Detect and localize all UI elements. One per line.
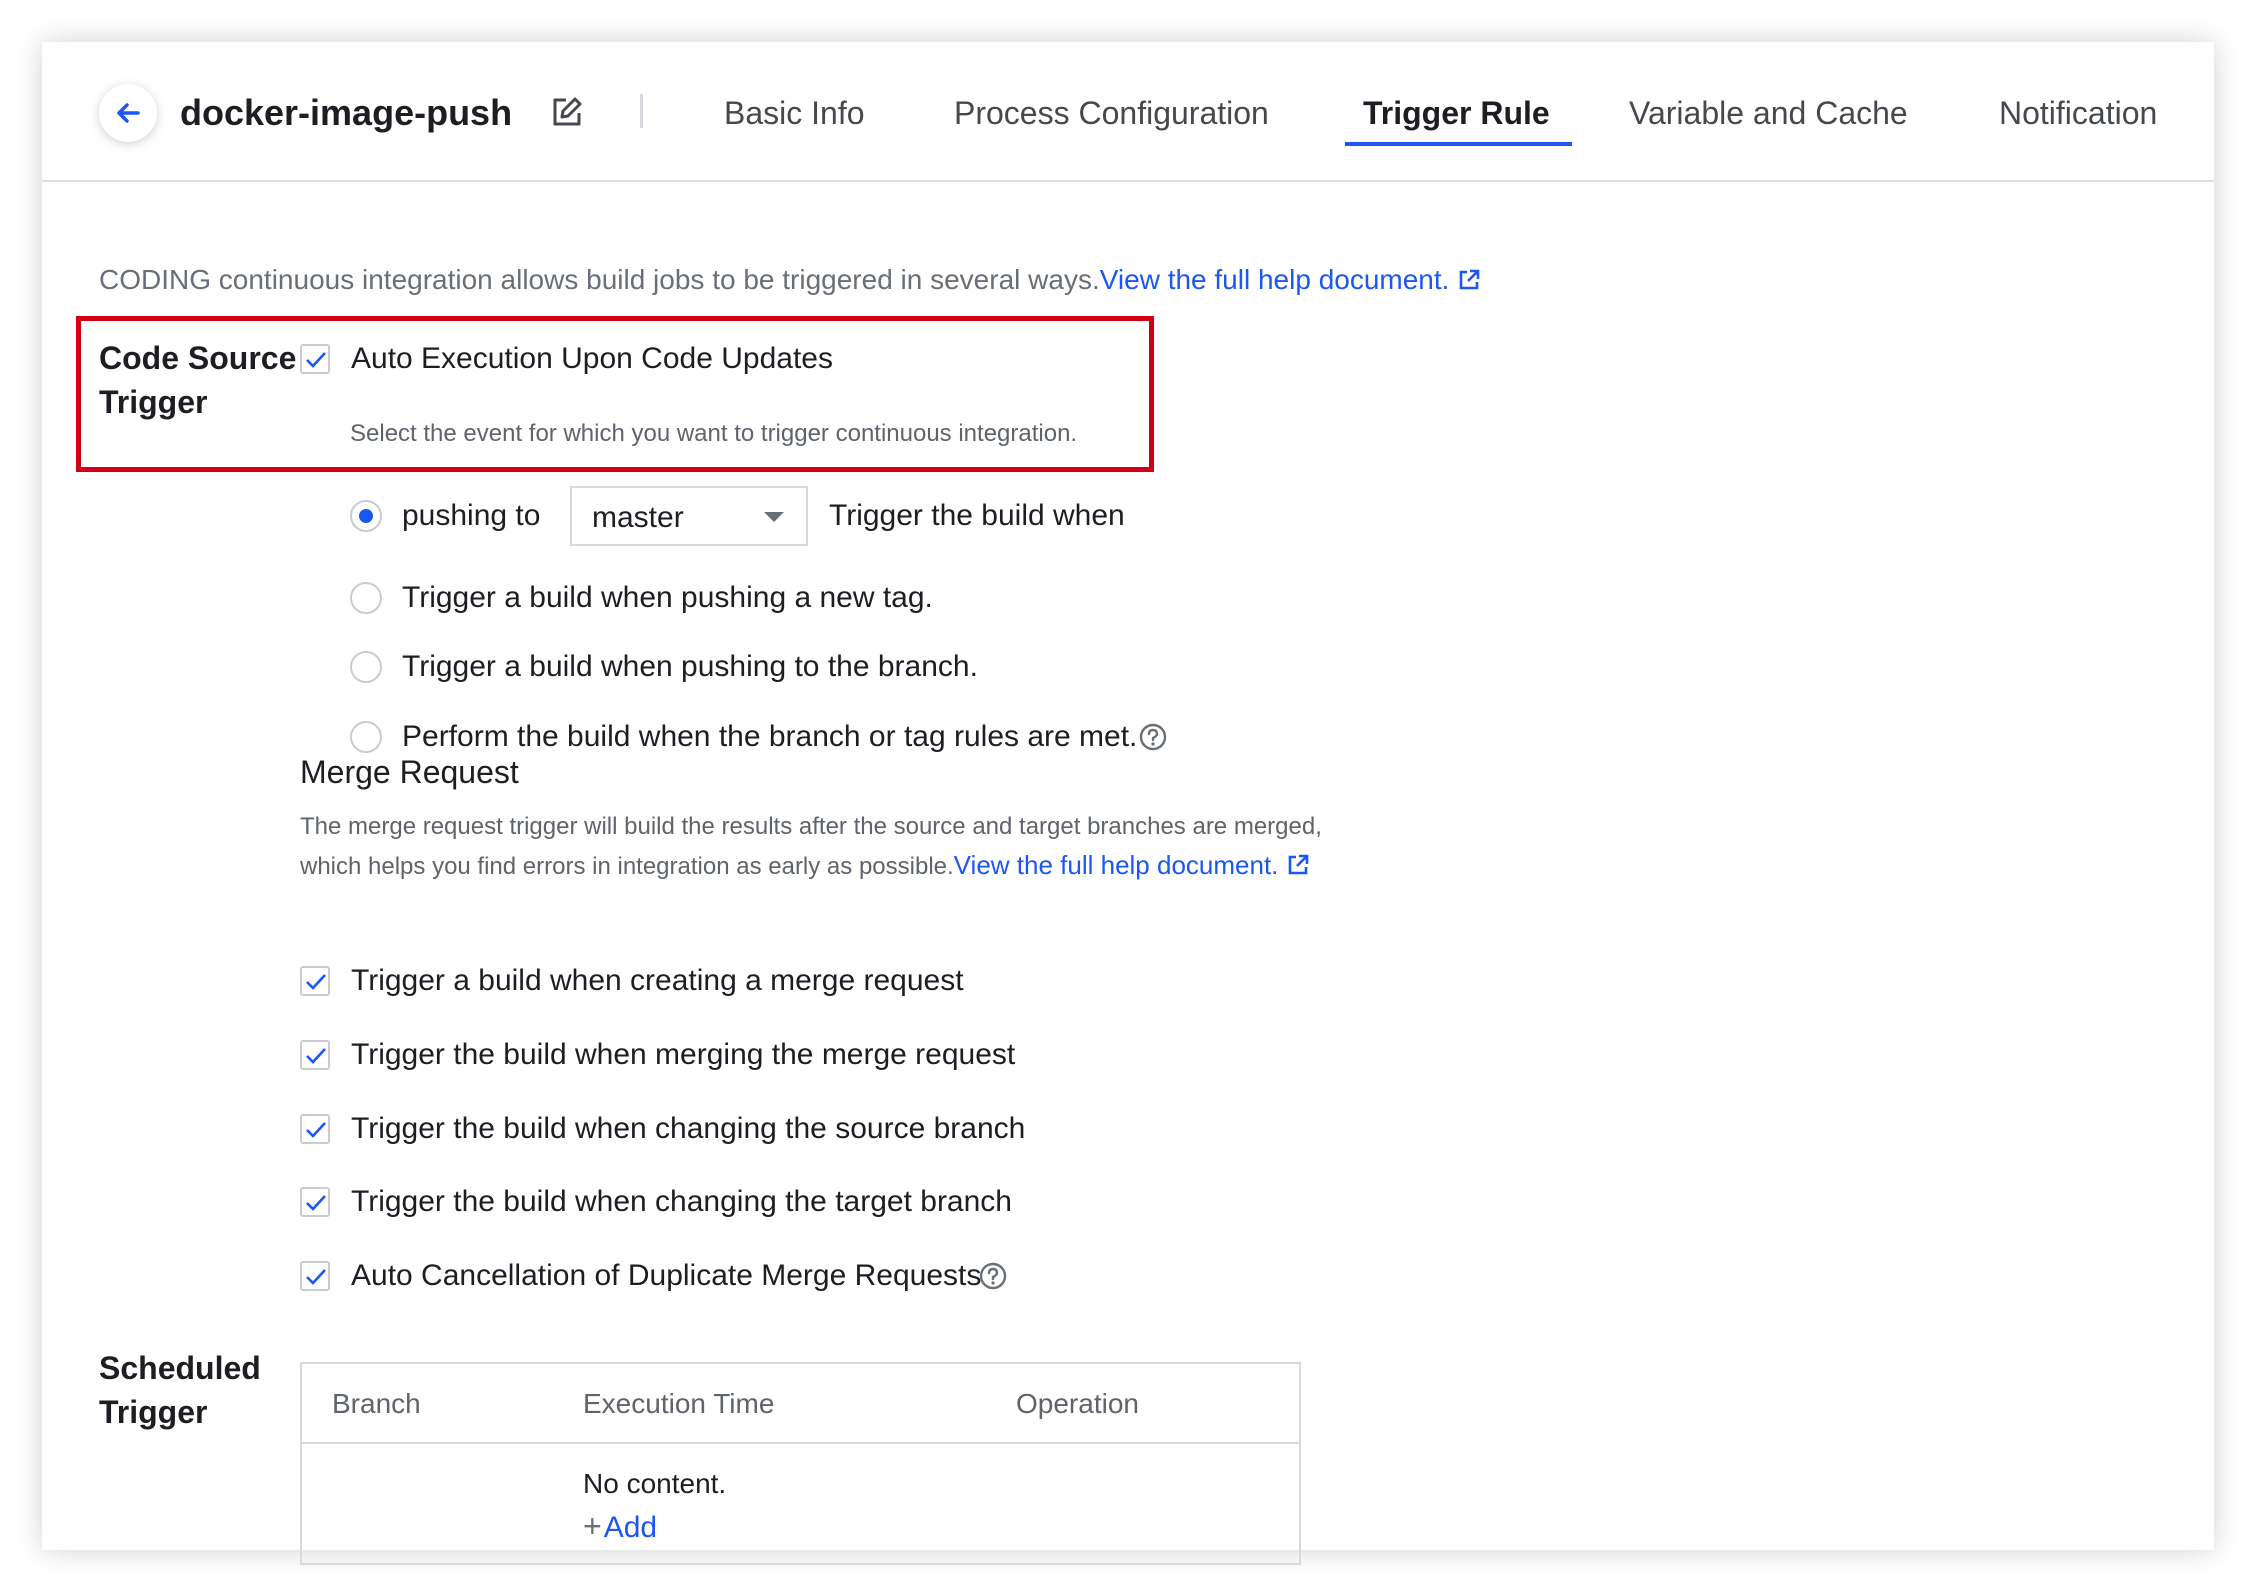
column-execution-time: Execution Time	[583, 1388, 775, 1419]
merge-request-help-link[interactable]: View the full help document.	[954, 850, 1279, 880]
mr-auto-cancel-label: Auto Cancellation of Duplicate Merge Req…	[351, 1259, 982, 1292]
tab-notification[interactable]: Notification	[1999, 86, 2157, 140]
merge-request-title: Merge Request	[300, 754, 519, 790]
mr-merge-checkbox[interactable]	[300, 1040, 330, 1070]
table-header: Branch Execution Time Operation	[302, 1364, 1299, 1444]
plus-icon: +	[583, 1508, 602, 1544]
tab-trigger-rule[interactable]: Trigger Rule	[1363, 86, 1550, 140]
back-button[interactable]	[99, 84, 157, 142]
help-circle-icon[interactable]	[1139, 723, 1167, 751]
checkmark-icon	[306, 974, 326, 990]
add-schedule-button[interactable]: +Add	[583, 1506, 657, 1548]
mr-target-branch-label: Trigger the build when changing the targ…	[351, 1185, 1012, 1218]
event-hint: Select the event for which you want to t…	[350, 420, 1078, 447]
radio-pushing-to[interactable]	[350, 500, 382, 532]
external-link-icon[interactable]	[1457, 268, 1481, 292]
code-source-label-line2: Trigger	[99, 384, 208, 420]
arrow-left-icon	[117, 103, 140, 123]
mr-source-branch-label: Trigger the build when changing the sour…	[351, 1112, 1026, 1145]
intro-text: CODING continuous integration allows bui…	[99, 264, 1481, 296]
code-source-trigger-label: Code Source Trigger	[99, 336, 296, 424]
mr-create-label: Trigger a build when creating a merge re…	[351, 964, 964, 997]
trigger-rule-content: CODING continuous integration allows bui…	[42, 184, 2214, 1565]
mr-source-branch-checkbox[interactable]	[300, 1114, 330, 1144]
intro-description: CODING continuous integration allows bui…	[99, 264, 1100, 295]
mr-merge-label: Trigger the build when merging the merge…	[351, 1038, 1016, 1071]
branch-select[interactable]: master	[570, 486, 808, 546]
caret-down-icon	[764, 512, 784, 522]
edit-icon[interactable]	[550, 95, 584, 129]
checkmark-icon	[306, 352, 326, 368]
auto-exec-checkbox[interactable]	[300, 344, 330, 374]
page-header: docker-image-push Basic Info Process Con…	[42, 42, 2214, 182]
checkmark-icon	[306, 1048, 326, 1064]
merge-request-desc-line1: The merge request trigger will build the…	[300, 813, 1322, 840]
help-circle-icon[interactable]	[979, 1262, 1007, 1290]
branch-select-value: master	[592, 501, 684, 534]
tab-basic-info[interactable]: Basic Info	[724, 86, 865, 140]
mr-auto-cancel-checkbox[interactable]	[300, 1261, 330, 1291]
active-tab-indicator	[1345, 142, 1572, 146]
app-window: docker-image-push Basic Info Process Con…	[42, 42, 2214, 1565]
job-title: docker-image-push	[180, 92, 513, 133]
radio-branch-tag-rules[interactable]	[350, 721, 382, 753]
empty-state-text: No content.	[583, 1468, 727, 1499]
external-link-icon[interactable]	[1286, 853, 1310, 877]
scheduled-label-line1: Scheduled	[99, 1350, 261, 1386]
column-branch: Branch	[332, 1388, 421, 1419]
merge-request-description: The merge request trigger will build the…	[300, 808, 1450, 886]
tab-process-configuration[interactable]: Process Configuration	[954, 86, 1269, 140]
auto-exec-label: Auto Execution Upon Code Updates	[351, 342, 833, 375]
tab-variable-and-cache[interactable]: Variable and Cache	[1629, 86, 1908, 140]
scheduled-trigger-table: Branch Execution Time Operation No conte…	[300, 1362, 1301, 1565]
radio-pushing-to-label: pushing to	[402, 499, 541, 532]
column-operation: Operation	[1016, 1388, 1139, 1419]
help-doc-link[interactable]: View the full help document.	[1100, 264, 1450, 295]
radio-new-tag[interactable]	[350, 582, 382, 614]
checkmark-icon	[306, 1195, 326, 1211]
radio-push-branch-label: Trigger a build when pushing to the bran…	[402, 650, 978, 683]
merge-request-desc-line2: which helps you find errors in integrati…	[300, 853, 954, 880]
checkmark-icon	[306, 1122, 326, 1138]
scheduled-label-line2: Trigger	[99, 1394, 208, 1430]
code-source-label-line1: Code Source	[99, 340, 297, 376]
mr-create-checkbox[interactable]	[300, 966, 330, 996]
header-divider	[640, 94, 643, 128]
add-schedule-label: Add	[603, 1511, 658, 1544]
radio-push-branch[interactable]	[350, 651, 382, 683]
scheduled-trigger-label: Scheduled Trigger	[99, 1346, 261, 1434]
radio-new-tag-label: Trigger a build when pushing a new tag.	[402, 581, 933, 614]
mr-target-branch-checkbox[interactable]	[300, 1187, 330, 1217]
checkmark-icon	[306, 1269, 326, 1285]
trigger-build-when-text: Trigger the build when	[829, 499, 1125, 532]
